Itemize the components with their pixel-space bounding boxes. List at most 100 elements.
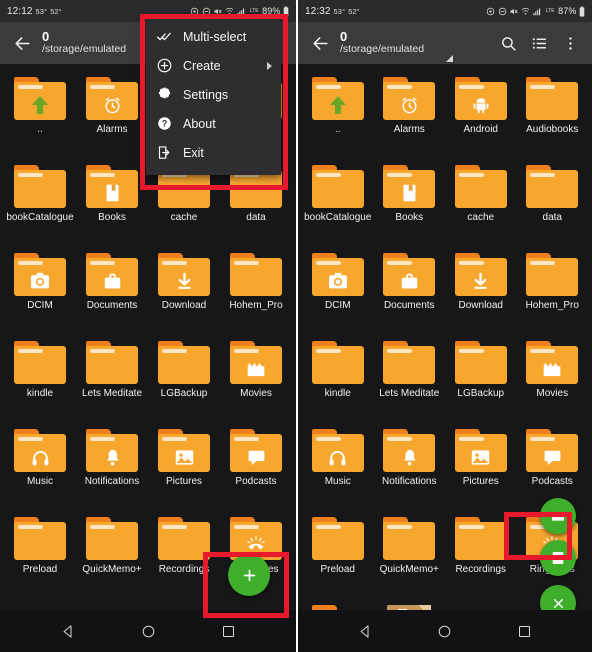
folder-item[interactable]: Hohem_Pro bbox=[220, 246, 292, 334]
folder-item[interactable]: LGBackup bbox=[148, 334, 220, 422]
folder-lip bbox=[90, 525, 115, 529]
folder-item[interactable]: Pictures bbox=[445, 422, 517, 510]
download-icon bbox=[158, 266, 210, 296]
overflow-menu[interactable]: Multi-select Create Settings ? About Exi… bbox=[146, 16, 281, 175]
breadcrumb-path: /storage/emulated bbox=[340, 43, 425, 56]
folder-item[interactable]: Music bbox=[302, 422, 374, 510]
item-label: Pictures bbox=[462, 476, 499, 487]
list-view-icon[interactable] bbox=[531, 35, 548, 52]
folder-icon bbox=[14, 517, 66, 560]
folder-item[interactable]: Documents bbox=[374, 246, 446, 334]
item-label: Audiobooks bbox=[526, 124, 579, 135]
folder-item[interactable]: QuickMemo+ bbox=[374, 510, 446, 598]
fab-add-button[interactable] bbox=[228, 554, 270, 596]
toolbar-actions bbox=[500, 35, 584, 52]
folder-item[interactable]: Audiobooks bbox=[517, 70, 589, 158]
folder-icon bbox=[14, 253, 66, 296]
folder-item[interactable]: Preload bbox=[4, 510, 76, 598]
folder-lip bbox=[315, 437, 341, 441]
do-not-disturb-icon bbox=[498, 7, 507, 16]
folder-item[interactable]: Podcasts bbox=[517, 422, 589, 510]
folder-item[interactable]: Download bbox=[445, 246, 517, 334]
folder-item[interactable]: Android bbox=[445, 70, 517, 158]
folder-lip bbox=[315, 85, 341, 89]
folder-item[interactable]: QuickMemo+ bbox=[76, 510, 148, 598]
folder-item[interactable]: data bbox=[517, 158, 589, 246]
item-label: .. bbox=[37, 124, 43, 135]
item-label: Alarms bbox=[393, 124, 425, 135]
folder-item[interactable]: Movies bbox=[517, 334, 589, 422]
toolbar-titles: 0 /storage/emulated bbox=[340, 30, 500, 55]
folder-item[interactable]: LGBackup bbox=[445, 334, 517, 422]
fab-new-folder-button[interactable] bbox=[540, 498, 576, 534]
folder-icon bbox=[383, 429, 436, 472]
folder-icon bbox=[86, 429, 138, 472]
folder-item[interactable]: kindle bbox=[4, 334, 76, 422]
folder-icon bbox=[86, 77, 138, 120]
folder-item[interactable]: bookCatalogue bbox=[4, 158, 76, 246]
folder-item[interactable]: Pictures bbox=[148, 422, 220, 510]
nav-back-triangle-icon[interactable] bbox=[61, 624, 76, 639]
alarm-icon bbox=[190, 7, 199, 16]
menu-item-about[interactable]: ? About bbox=[146, 109, 281, 138]
folder-item[interactable]: Books bbox=[374, 158, 446, 246]
folder-icon bbox=[454, 77, 507, 120]
folder-item[interactable]: Lets Meditate bbox=[76, 334, 148, 422]
folder-item[interactable]: Download bbox=[148, 246, 220, 334]
item-label: Music bbox=[324, 476, 351, 487]
phone-panel-left: 12:12 53° 52° LTE 89% 0 /storage/emulate… bbox=[0, 0, 296, 652]
nav-home-circle-icon[interactable] bbox=[437, 624, 452, 639]
folder-item[interactable]: Podcasts bbox=[220, 422, 292, 510]
nav-recents-square-icon[interactable] bbox=[517, 624, 532, 639]
nav-home-circle-icon[interactable] bbox=[141, 624, 156, 639]
search-icon[interactable] bbox=[500, 35, 517, 52]
folder-lip bbox=[90, 85, 115, 89]
menu-item-create[interactable]: Create bbox=[146, 51, 281, 80]
folder-item[interactable]: Hohem_Pro bbox=[517, 246, 589, 334]
folder-item[interactable]: .. bbox=[4, 70, 76, 158]
back-arrow-icon[interactable] bbox=[306, 34, 334, 53]
nav-recents-square-icon[interactable] bbox=[221, 624, 236, 639]
folder-item[interactable]: Recordings bbox=[445, 510, 517, 598]
menu-item-settings[interactable]: Settings bbox=[146, 80, 281, 109]
nav-back-triangle-icon[interactable] bbox=[358, 624, 373, 639]
status-temp-low: 52° bbox=[50, 6, 62, 16]
folder-item[interactable]: DCIM bbox=[4, 246, 76, 334]
folder-item[interactable]: Movies bbox=[220, 334, 292, 422]
folder-item[interactable]: Notifications bbox=[374, 422, 446, 510]
folder-item[interactable]: bookCatalogue bbox=[302, 158, 374, 246]
image-icon bbox=[158, 442, 210, 472]
folder-icon bbox=[86, 253, 138, 296]
item-label: Podcasts bbox=[235, 476, 277, 487]
folder-item[interactable]: cache bbox=[445, 158, 517, 246]
folder-item[interactable]: Alarms bbox=[374, 70, 446, 158]
camera-icon bbox=[14, 266, 66, 296]
item-label: LGBackup bbox=[457, 388, 505, 399]
folder-lip bbox=[18, 525, 43, 529]
folder-item[interactable]: Lets Meditate bbox=[374, 334, 446, 422]
folder-item[interactable]: DCIM bbox=[302, 246, 374, 334]
folder-item[interactable]: Notifications bbox=[76, 422, 148, 510]
folder-item[interactable]: Alarms bbox=[76, 70, 148, 158]
folder-icon bbox=[311, 253, 364, 296]
menu-item-multi-select[interactable]: Multi-select bbox=[146, 22, 281, 51]
menu-item-label: Settings bbox=[183, 87, 229, 102]
folder-lip bbox=[387, 437, 413, 441]
folder-icon bbox=[383, 77, 436, 120]
folder-item[interactable]: Preload bbox=[302, 510, 374, 598]
folder-item[interactable]: Documents bbox=[76, 246, 148, 334]
folder-lip bbox=[90, 437, 115, 441]
folder-icon bbox=[526, 77, 579, 120]
fab-new-file-button[interactable] bbox=[540, 540, 576, 576]
folder-item[interactable]: Books bbox=[76, 158, 148, 246]
folder-lip bbox=[458, 261, 484, 265]
folder-item[interactable]: .. bbox=[302, 70, 374, 158]
folder-icon bbox=[230, 341, 282, 384]
back-arrow-icon[interactable] bbox=[8, 34, 36, 53]
folder-item[interactable]: kindle bbox=[302, 334, 374, 422]
folder-item[interactable]: Recordings bbox=[148, 510, 220, 598]
overflow-menu-icon[interactable] bbox=[562, 35, 579, 52]
status-left: 12:32 53° 52° bbox=[305, 6, 360, 17]
menu-item-exit[interactable]: Exit bbox=[146, 138, 281, 167]
folder-item[interactable]: Music bbox=[4, 422, 76, 510]
